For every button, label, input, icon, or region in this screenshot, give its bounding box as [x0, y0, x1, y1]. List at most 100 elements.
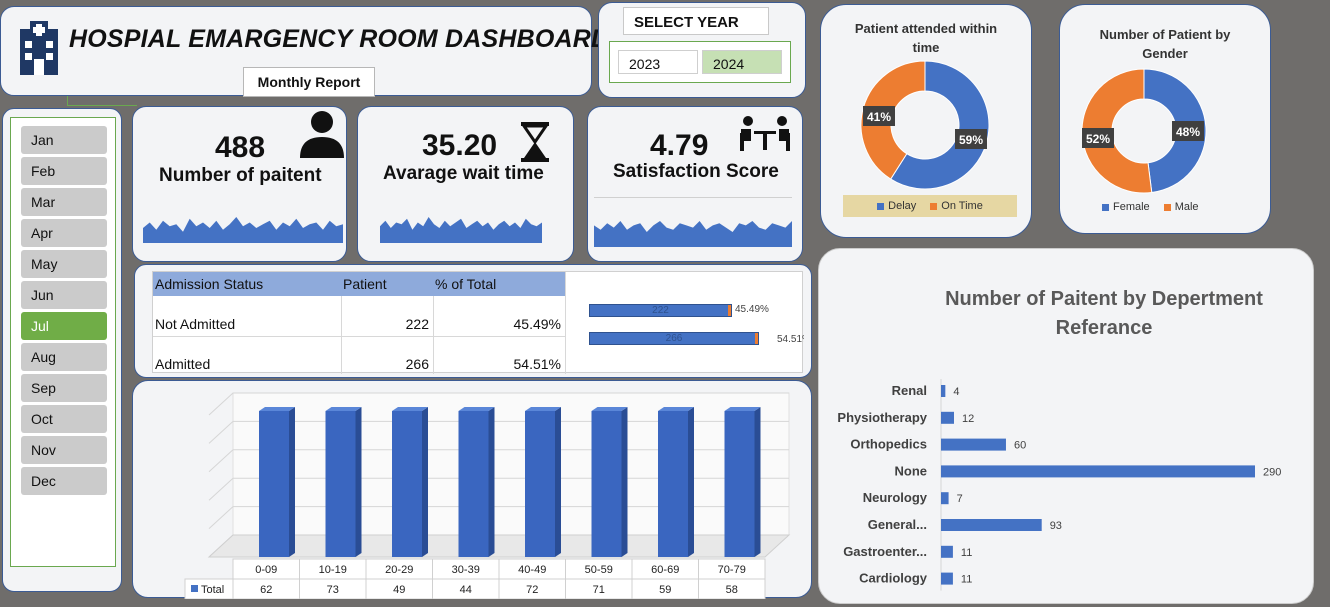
- month-button-oct[interactable]: Oct: [21, 405, 107, 433]
- data-bar-not-admitted: 222: [589, 304, 732, 317]
- month-button-jan[interactable]: Jan: [21, 126, 107, 154]
- year-button-2024[interactable]: 2024: [702, 50, 782, 74]
- age-category-label: 30-39: [452, 564, 480, 576]
- age-value-label: 59: [659, 584, 671, 596]
- age-category-label: 70-79: [718, 564, 746, 576]
- monthly-report-button[interactable]: Monthly Report: [243, 67, 375, 97]
- sparkline-area: [594, 221, 792, 247]
- age-bar-top: [458, 407, 495, 411]
- kpi-wait-label: Avarage wait time: [383, 163, 544, 184]
- donut-label: 52%: [1086, 132, 1110, 146]
- kpi-wait-card: 35.20 Avarage wait time: [357, 106, 574, 262]
- year-selector-card: SELECT YEAR 2023 2024: [598, 2, 806, 98]
- kpi-satisfaction-label: Satisfaction Score: [613, 161, 779, 182]
- dept-value-label: 60: [1014, 440, 1026, 452]
- age-bar-side: [754, 407, 761, 557]
- age-bar-top: [724, 407, 761, 411]
- age-bar: [525, 411, 555, 557]
- donut-label: 48%: [1176, 125, 1200, 139]
- age-bar-side: [621, 407, 628, 557]
- age-category-label: 50-59: [585, 564, 613, 576]
- gridline: [208, 421, 234, 444]
- month-button-feb[interactable]: Feb: [21, 157, 107, 185]
- month-button-apr[interactable]: Apr: [21, 219, 107, 247]
- pie-gender-title: Number of Patient by Gender: [1099, 27, 1231, 61]
- connector-line: [67, 96, 137, 106]
- dept-bar: [941, 545, 953, 558]
- legend-male: Male: [1163, 201, 1199, 213]
- month-button-sep[interactable]: Sep: [21, 374, 107, 402]
- age-bar: [658, 411, 688, 557]
- legend-delay: Delay: [877, 200, 916, 212]
- age-value-label: 58: [726, 584, 738, 596]
- dept-value-label: 12: [962, 413, 974, 425]
- select-year-label: SELECT YEAR: [623, 7, 769, 35]
- month-slicer-card: Jan Feb Mar Apr May Jun Jul Aug Sep Oct …: [2, 108, 122, 592]
- legend-female: Female: [1102, 201, 1150, 213]
- month-button-dec[interactable]: Dec: [21, 467, 107, 495]
- age-bar-side: [289, 407, 295, 557]
- year-button-2023[interactable]: 2023: [618, 50, 698, 74]
- age-value-label: 73: [327, 584, 339, 596]
- dept-value-label: 11: [961, 574, 972, 586]
- age-bar-side: [555, 407, 561, 557]
- table-cell-status-2: Admitted: [155, 356, 211, 372]
- age-bar-top: [591, 407, 628, 411]
- dept-bar: [941, 411, 954, 424]
- data-bar-admitted-label: 266: [665, 333, 683, 344]
- table-cell-status-1: Not Admitted: [155, 316, 236, 332]
- kpi-patients-label: Number of paitent: [159, 165, 322, 186]
- month-slicer: Jan Feb Mar Apr May Jun Jul Aug Sep Oct …: [10, 117, 116, 567]
- table-header-pct: % of Total: [433, 272, 565, 296]
- sparkline-area: [143, 217, 343, 243]
- age-category-label: 40-49: [518, 564, 546, 576]
- series-name-label: Total: [201, 584, 224, 596]
- meeting-icon: [740, 116, 790, 151]
- month-button-mar[interactable]: Mar: [21, 188, 107, 216]
- kpi-divider: [594, 197, 792, 198]
- page-title: HOSPIAL EMARGENCY ROOM DASHBOARD: [69, 25, 610, 53]
- data-bar-admitted: 266: [589, 332, 759, 345]
- month-button-aug[interactable]: Aug: [21, 343, 107, 371]
- age-bar: [392, 411, 422, 557]
- data-bar-not-admitted-pct: 45.49%: [735, 304, 769, 315]
- age-value-label: 72: [526, 584, 538, 596]
- dept-bar: [941, 438, 1006, 451]
- donut-label: 41%: [867, 110, 891, 124]
- dept-category-label: Renal: [892, 383, 927, 398]
- dept-value-label: 11: [961, 547, 972, 559]
- title-card: HOSPIAL EMARGENCY ROOM DASHBOARD Monthly…: [0, 6, 609, 97]
- hourglass-icon: [521, 122, 549, 162]
- kpi-patients-card: 488 Number of paitent: [132, 106, 347, 262]
- month-button-may[interactable]: May: [21, 250, 107, 278]
- age-bar-top: [325, 407, 362, 411]
- dept-value-label: 4: [953, 386, 959, 398]
- chart-back-wall: [232, 392, 790, 536]
- kpi-patients-sparkline: [143, 217, 343, 243]
- kpi-satisfaction-sparkline: [594, 221, 792, 247]
- month-button-jul[interactable]: Jul: [21, 312, 107, 340]
- dept-category-label: Neurology: [863, 490, 928, 505]
- dept-category-label: Physiotherapy: [837, 410, 927, 425]
- dept-category-label: None: [895, 463, 928, 478]
- kpi-wait-value: 35.20: [422, 129, 498, 162]
- admission-table: Admission Status Patient % of Total Not …: [152, 271, 804, 374]
- donut-label: 59%: [959, 133, 983, 147]
- dept-bar: [941, 465, 1255, 478]
- dept-value-label: 290: [1263, 466, 1281, 478]
- age-bar: [724, 411, 755, 557]
- kpi-satisfaction-value: 4.79: [650, 129, 709, 162]
- month-button-nov[interactable]: Nov: [21, 436, 107, 464]
- pie-attended-card: Patient attended within time 59% 41% Dela…: [820, 4, 1032, 238]
- dept-value-label: 7: [957, 493, 963, 505]
- data-bar-not-admitted-label: 222: [652, 305, 669, 316]
- age-bar: [325, 411, 356, 557]
- dept-bar: [941, 519, 1042, 531]
- month-button-jun[interactable]: Jun: [21, 281, 107, 309]
- age-value-label: 62: [260, 584, 272, 596]
- table-cell-patient-2: 266: [405, 356, 429, 372]
- gridline: [208, 477, 234, 501]
- kpi-patients-value: 488: [215, 131, 266, 164]
- age-bar-top: [658, 407, 694, 411]
- table-cell-patient-1: 222: [405, 316, 429, 332]
